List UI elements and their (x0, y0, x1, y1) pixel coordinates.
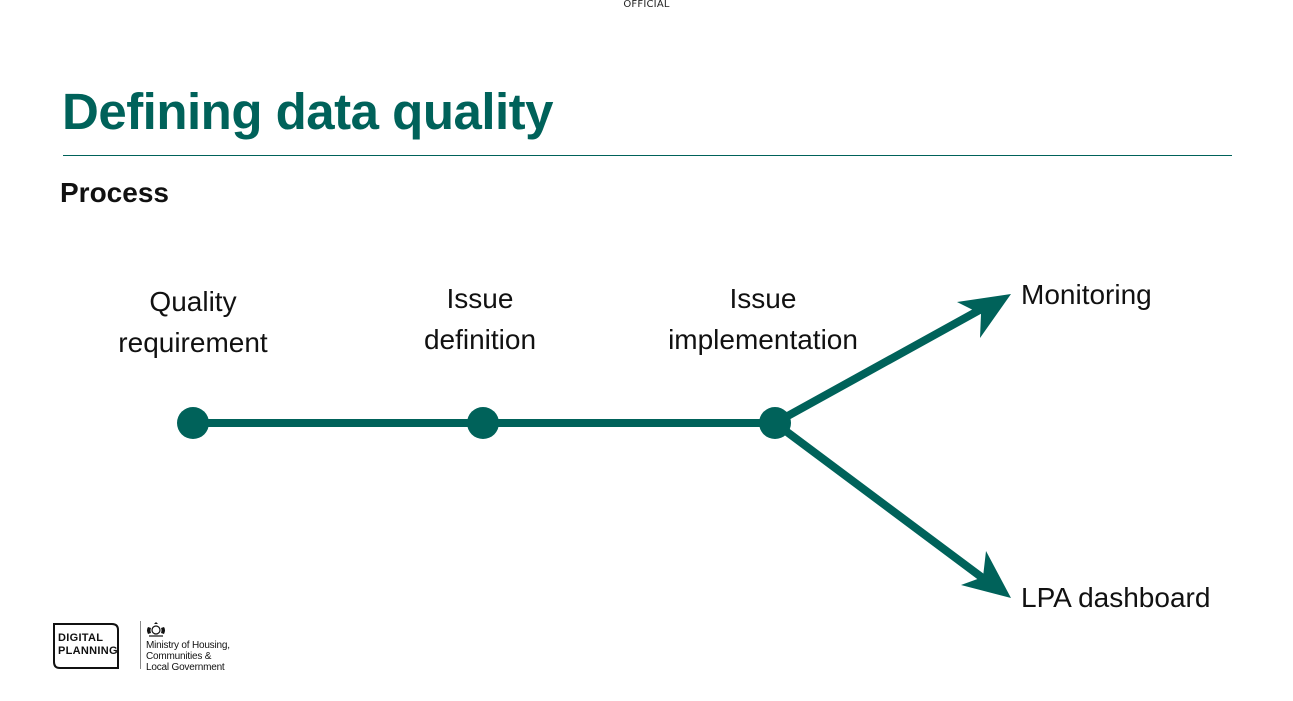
stage-node-quality-requirement (177, 407, 209, 439)
outcome-label-monitoring: Monitoring (1021, 279, 1152, 310)
stage-label-issue-implementation-line1: Issue (730, 283, 797, 314)
outcome-label-lpa-dashboard: LPA dashboard (1021, 582, 1210, 613)
royal-crest-icon (147, 622, 165, 637)
stage-label-issue-implementation-line2: implementation (668, 324, 858, 355)
connector-lpa-dashboard (771, 419, 992, 586)
digital-planning-logo-text: DIGITAL PLANNING (58, 632, 118, 658)
arrowhead-lpa-dashboard (961, 551, 1011, 598)
stage-node-issue-definition (467, 407, 499, 439)
stage-label-quality-requirement-line2: requirement (118, 327, 268, 358)
stage-label-issue-definition-line2: definition (424, 324, 536, 355)
process-diagram: Quality requirement Issue definition Iss… (118, 279, 1210, 613)
digital-planning-logo: DIGITAL PLANNING (52, 622, 119, 669)
stage-node-issue-implementation (759, 407, 791, 439)
stage-label-issue-definition-line1: Issue (447, 283, 514, 314)
digital-planning-logo-line2: PLANNING (58, 645, 118, 657)
ministry-name: Ministry of Housing, Communities & Local… (146, 640, 230, 673)
stage-label-quality-requirement-line1: Quality (149, 286, 236, 317)
digital-planning-logo-line1: DIGITAL (58, 632, 104, 644)
footer-logo-divider (140, 621, 141, 669)
